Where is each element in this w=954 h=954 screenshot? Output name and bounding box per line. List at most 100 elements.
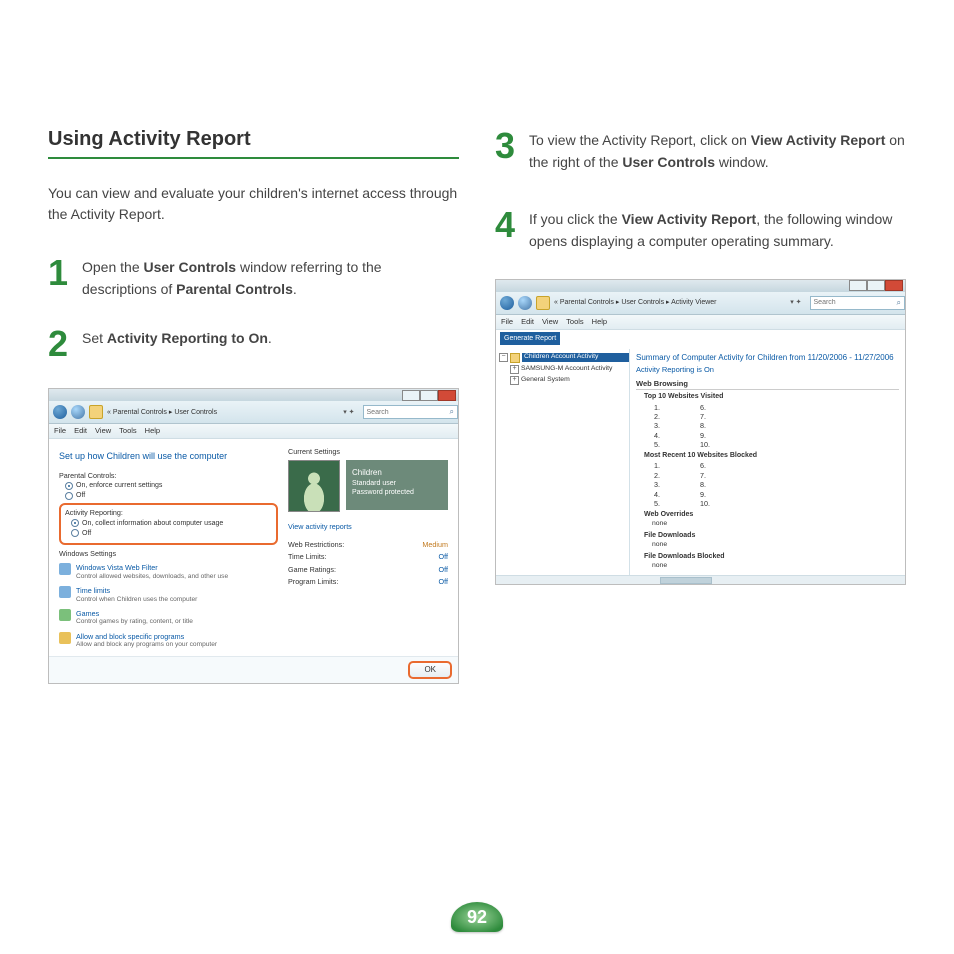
user-type: Standard user bbox=[352, 479, 442, 488]
page-number-badge: 92 bbox=[451, 902, 503, 932]
tree-item[interactable]: +General System bbox=[510, 375, 629, 386]
menu-help[interactable]: Help bbox=[145, 426, 160, 436]
step2-pre: Set bbox=[82, 330, 107, 346]
web-browsing-header: Web Browsing bbox=[636, 379, 899, 391]
step4-pre: If you click the bbox=[529, 211, 622, 227]
user-name: Children bbox=[352, 468, 442, 478]
pc-on-radio[interactable]: On, enforce current settings bbox=[65, 481, 278, 490]
setting-web-restrictions: Web Restrictions:Medium bbox=[288, 540, 448, 549]
pc-on-label: On, enforce current settings bbox=[76, 481, 162, 490]
search-input[interactable] bbox=[810, 296, 905, 310]
menu-tools[interactable]: Tools bbox=[119, 426, 137, 436]
step1-post: . bbox=[293, 281, 297, 297]
ws1-title: Windows Vista Web Filter bbox=[76, 563, 228, 572]
screenshot-user-controls: « Parental Controls ▸ User Controls ▾ ✦ … bbox=[48, 388, 459, 684]
user-portrait-icon bbox=[288, 460, 340, 512]
nav-refresh-icon[interactable]: ▾ ✦ bbox=[339, 408, 358, 417]
menu-bar: File Edit View Tools Help bbox=[496, 315, 905, 330]
section-heading: Using Activity Report bbox=[48, 128, 459, 159]
recent10-list: 1.2.3.4.5. 6.7.8.9.10. bbox=[654, 461, 899, 508]
ws3-desc: Control games by rating, content, or tit… bbox=[76, 618, 193, 627]
search-input[interactable] bbox=[363, 405, 458, 419]
ws-games[interactable]: GamesControl games by rating, content, o… bbox=[59, 609, 278, 627]
ws-programs[interactable]: Allow and block specific programsAllow a… bbox=[59, 632, 278, 650]
search-icon[interactable]: ⌕ bbox=[450, 407, 454, 417]
step-number: 1 bbox=[48, 255, 72, 291]
setting-time-limits: Time Limits:Off bbox=[288, 552, 448, 561]
step-1: 1 Open the User Controls window referrin… bbox=[48, 255, 459, 300]
breadcrumb[interactable]: « Parental Controls ▸ User Controls ▸ Ac… bbox=[554, 298, 717, 307]
intro-text: You can view and evaluate your children'… bbox=[48, 183, 459, 225]
step2-b1: Activity Reporting to On bbox=[107, 330, 268, 346]
file-downloads-blocked-label: File Downloads Blocked bbox=[644, 552, 899, 561]
forward-icon[interactable] bbox=[518, 296, 532, 310]
menu-file[interactable]: File bbox=[54, 426, 66, 436]
step3-b2: User Controls bbox=[622, 154, 715, 170]
pc-off-label: Off bbox=[76, 491, 85, 500]
ws-time-limits[interactable]: Time limitsControl when Children uses th… bbox=[59, 586, 278, 604]
ws2-title: Time limits bbox=[76, 586, 197, 595]
menu-edit[interactable]: Edit bbox=[521, 317, 534, 327]
generate-report-button[interactable]: Generate Report bbox=[500, 332, 560, 345]
close-button[interactable] bbox=[885, 280, 903, 291]
user-password-status: Password protected bbox=[352, 488, 442, 497]
activity-summary-pane: Summary of Computer Activity for Childre… bbox=[630, 349, 905, 575]
step3-pre: To view the Activity Report, click on bbox=[529, 132, 751, 148]
step-4: 4 If you click the View Activity Report,… bbox=[495, 207, 906, 252]
step1-b1: User Controls bbox=[144, 259, 237, 275]
breadcrumb[interactable]: « Parental Controls ▸ User Controls bbox=[107, 408, 217, 417]
screenshot-activity-viewer: « Parental Controls ▸ User Controls ▸ Ac… bbox=[495, 279, 906, 585]
step3-post: window. bbox=[715, 154, 769, 170]
ws-web-filter[interactable]: Windows Vista Web FilterControl allowed … bbox=[59, 563, 278, 581]
maximize-button[interactable] bbox=[420, 390, 438, 401]
tree-samsung-account: SAMSUNG-M Account Activity bbox=[521, 365, 612, 374]
ar-on-label: On, collect information about computer u… bbox=[82, 519, 223, 528]
ws4-desc: Allow and block any programs on your com… bbox=[76, 641, 217, 650]
programs-icon bbox=[59, 632, 71, 644]
search-icon[interactable]: ⌕ bbox=[897, 298, 901, 308]
web-overrides-label: Web Overrides bbox=[644, 510, 899, 519]
step1-pre: Open the bbox=[82, 259, 144, 275]
menu-tools[interactable]: Tools bbox=[566, 317, 584, 327]
expand-icon[interactable]: + bbox=[510, 365, 519, 374]
ar-on-radio[interactable]: On, collect information about computer u… bbox=[71, 519, 272, 528]
tree-item[interactable]: +SAMSUNG-M Account Activity bbox=[510, 364, 629, 375]
window-titlebar bbox=[49, 389, 458, 401]
menu-file[interactable]: File bbox=[501, 317, 513, 327]
ok-button[interactable]: OK bbox=[408, 661, 452, 679]
activity-reporting-label: Activity Reporting: bbox=[65, 508, 272, 517]
setting-program-limits: Program Limits:Off bbox=[288, 577, 448, 586]
menu-view[interactable]: View bbox=[95, 426, 111, 436]
activity-tree: − Children Account Activity +SAMSUNG-M Ac… bbox=[496, 349, 630, 575]
ws2-desc: Control when Children uses the computer bbox=[76, 596, 197, 605]
ws1-desc: Control allowed websites, downloads, and… bbox=[76, 573, 228, 582]
view-activity-reports-link[interactable]: View activity reports bbox=[288, 522, 448, 531]
activity-reporting-highlight: Activity Reporting: On, collect informat… bbox=[59, 503, 278, 545]
menu-view[interactable]: View bbox=[542, 317, 558, 327]
menu-help[interactable]: Help bbox=[592, 317, 607, 327]
step1-b2: Parental Controls bbox=[176, 281, 293, 297]
horizontal-scrollbar[interactable] bbox=[496, 575, 905, 584]
recent10-label: Most Recent 10 Websites Blocked bbox=[644, 451, 899, 460]
minimize-button[interactable] bbox=[849, 280, 867, 291]
tree-children-account[interactable]: Children Account Activity bbox=[522, 353, 629, 362]
ar-off-radio[interactable]: Off bbox=[71, 529, 272, 538]
step3-b1: View Activity Report bbox=[751, 132, 886, 148]
back-icon[interactable] bbox=[53, 405, 67, 419]
close-button[interactable] bbox=[438, 390, 456, 401]
nav-refresh-icon[interactable]: ▾ ✦ bbox=[786, 298, 805, 307]
step-2: 2 Set Activity Reporting to On. bbox=[48, 326, 459, 362]
back-icon[interactable] bbox=[500, 296, 514, 310]
maximize-button[interactable] bbox=[867, 280, 885, 291]
forward-icon[interactable] bbox=[71, 405, 85, 419]
pc-off-radio[interactable]: Off bbox=[65, 491, 278, 500]
expand-icon[interactable]: + bbox=[510, 376, 519, 385]
summary-title: Summary of Computer Activity for Childre… bbox=[636, 353, 899, 363]
menu-edit[interactable]: Edit bbox=[74, 426, 87, 436]
minimize-button[interactable] bbox=[402, 390, 420, 401]
ws3-title: Games bbox=[76, 609, 193, 618]
expand-icon[interactable]: − bbox=[499, 353, 508, 362]
current-settings-label: Current Settings bbox=[288, 447, 448, 456]
ws4-title: Allow and block specific programs bbox=[76, 632, 217, 641]
tree-item[interactable]: − Children Account Activity bbox=[499, 352, 629, 364]
